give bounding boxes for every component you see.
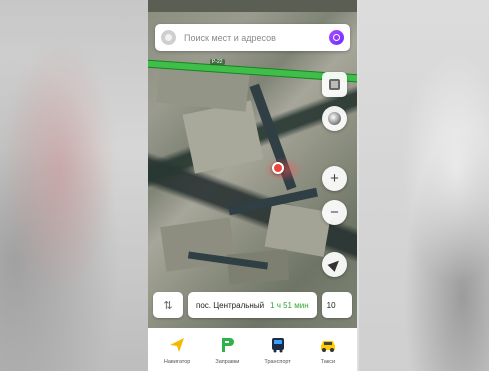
tab-taxi[interactable]: Такси xyxy=(304,334,352,365)
tab-navigator[interactable]: Навигатор xyxy=(153,334,201,365)
route-card[interactable]: пос. Центральный 1 ч 51 мин xyxy=(188,292,317,318)
road-label: Р-22 xyxy=(210,59,225,65)
background-blur-right xyxy=(359,0,489,371)
background-blur-left xyxy=(0,0,150,371)
minus-icon: − xyxy=(330,204,339,221)
transport-icon xyxy=(267,334,289,356)
avatar[interactable] xyxy=(161,30,176,45)
swap-icon: ⇅ xyxy=(163,299,173,312)
route-suggestions: ⇅ пос. Центральный 1 ч 51 мин 10 xyxy=(153,292,357,318)
zoom-out-button[interactable]: − xyxy=(322,200,347,225)
traffic-button[interactable] xyxy=(322,106,347,131)
tab-fuel[interactable]: Заправки xyxy=(203,334,251,365)
bottom-tab-bar: Навигатор Заправки Транспорт Такси xyxy=(148,328,357,371)
navigator-icon xyxy=(166,334,188,356)
layers-icon xyxy=(329,79,340,90)
fuel-icon xyxy=(216,334,238,356)
alice-voice-button[interactable] xyxy=(329,30,344,45)
user-icon xyxy=(165,34,172,41)
route-time: 1 ч 51 мин xyxy=(270,300,309,310)
my-location-button[interactable] xyxy=(322,252,347,277)
route-destination-next: 10 xyxy=(326,300,336,310)
tab-transport[interactable]: Транспорт xyxy=(254,334,302,365)
tab-label: Такси xyxy=(320,359,336,365)
search-bar[interactable]: Поиск мест и адресов xyxy=(155,24,350,51)
traffic-icon xyxy=(328,112,341,125)
layers-button[interactable] xyxy=(322,72,347,97)
routes-settings-button[interactable]: ⇅ xyxy=(153,292,183,318)
navigation-arrow-icon xyxy=(327,257,342,272)
tab-label: Навигатор xyxy=(163,359,191,365)
field-patch xyxy=(182,100,264,174)
status-bar xyxy=(148,0,357,12)
route-destination: пос. Центральный xyxy=(196,300,265,310)
route-card-next[interactable]: 10 xyxy=(321,292,352,318)
taxi-icon xyxy=(317,334,339,356)
alice-icon xyxy=(333,34,340,41)
location-pin[interactable] xyxy=(272,162,284,174)
plus-icon: + xyxy=(330,170,339,187)
search-input[interactable]: Поиск мест и адресов xyxy=(184,33,329,43)
zoom-in-button[interactable]: + xyxy=(322,166,347,191)
tab-label: Заправки xyxy=(215,359,240,365)
tab-label: Транспорт xyxy=(264,359,291,365)
phone-screen: Р-22 Поиск мест и адресов + − ⇅ пос. Цен… xyxy=(148,0,357,371)
